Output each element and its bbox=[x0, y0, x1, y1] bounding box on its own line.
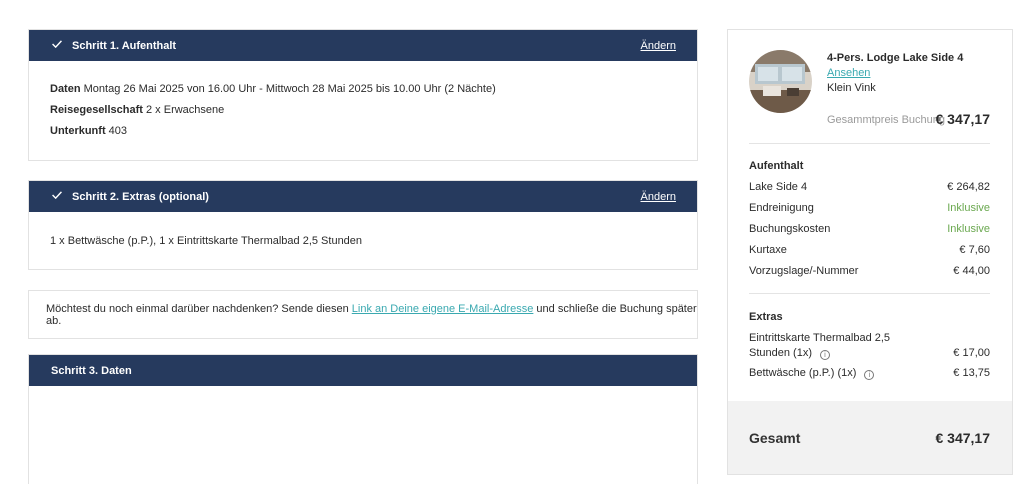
step-3-title: Schritt 3. Daten bbox=[51, 364, 132, 377]
extras-section-title: Extras bbox=[749, 311, 783, 323]
booking-summary-card: 4-Pers. Lodge Lake Side 4 Ansehen Klein … bbox=[727, 29, 1013, 475]
notice-text: Möchtest du noch einmal darüber nachdenk… bbox=[46, 303, 697, 327]
step-2-title: Schritt 2. Extras (optional) bbox=[72, 190, 209, 203]
line-value: Inklusive bbox=[947, 202, 990, 214]
step-1-title: Schritt 1. Aufenthalt bbox=[72, 39, 177, 52]
lodge-thumbnail bbox=[749, 50, 812, 113]
checkmark-icon bbox=[52, 191, 62, 199]
property-name: 4-Pers. Lodge Lake Side 4 bbox=[827, 52, 964, 64]
party-row: Reisegesellschaft 2 x Erwachsene bbox=[50, 100, 697, 121]
line-value: € 44,00 bbox=[953, 265, 990, 277]
divider bbox=[749, 143, 990, 144]
line-value: € 17,00 bbox=[953, 347, 990, 359]
grand-total-bar: Gesamt € 347,17 bbox=[728, 401, 1012, 474]
info-icon[interactable]: i bbox=[819, 350, 830, 360]
divider bbox=[749, 293, 990, 294]
line-value: € 7,60 bbox=[959, 244, 990, 256]
total-price-value: € 347,17 bbox=[935, 111, 991, 127]
stay-line: Buchungskosten Inklusive bbox=[749, 223, 990, 235]
dates-value: Montag 26 Mai 2025 von 16.00 Uhr - Mittw… bbox=[83, 83, 496, 95]
step-2-panel: Schritt 2. Extras (optional) Ändern 1 x … bbox=[28, 180, 698, 270]
dates-label: Daten bbox=[50, 83, 81, 95]
line-label: Vorzugslage/-Nummer bbox=[749, 265, 859, 277]
view-property-link[interactable]: Ansehen bbox=[827, 67, 870, 79]
extras-line: Bettwäsche (p.P.) (1x) i € 13,75 bbox=[749, 367, 990, 380]
stay-line: Kurtaxe € 7,60 bbox=[749, 244, 990, 256]
stay-line: Endreinigung Inklusive bbox=[749, 202, 990, 214]
line-label-part: Stunden (1x) bbox=[749, 347, 812, 359]
line-value: € 13,75 bbox=[953, 367, 990, 379]
step-2-body: 1 x Bettwäsche (p.P.), 1 x Eintrittskart… bbox=[29, 212, 697, 252]
stay-section-title: Aufenthalt bbox=[749, 160, 804, 172]
step-1-body: Daten Montag 26 Mai 2025 von 16.00 Uhr -… bbox=[29, 61, 697, 142]
stay-line: Vorzugslage/-Nummer € 44,00 bbox=[749, 265, 990, 277]
line-label: Eintrittskarte Thermalbad 2,5 Stunden (1x… bbox=[749, 331, 890, 361]
line-label: Kurtaxe bbox=[749, 244, 787, 256]
notice-text-before: Möchtest du noch einmal darüber nachdenk… bbox=[46, 302, 352, 315]
email-link[interactable]: Link an Deine eigene E-Mail-Adresse bbox=[352, 303, 534, 315]
line-label: Bettwäsche (p.P.) (1x) i bbox=[749, 367, 875, 380]
grand-total-label: Gesamt bbox=[749, 429, 801, 446]
extras-line: Eintrittskarte Thermalbad 2,5 Stunden (1x… bbox=[749, 331, 990, 361]
line-value: € 264,82 bbox=[947, 181, 990, 193]
line-value: Inklusive bbox=[947, 223, 990, 235]
step-2-header: Schritt 2. Extras (optional) Ändern bbox=[29, 181, 697, 212]
step-1-edit-link[interactable]: Ändern bbox=[641, 40, 676, 52]
step-3-header: Schritt 3. Daten bbox=[29, 355, 697, 386]
total-price-label: Gesammtpreis Buchung bbox=[827, 114, 945, 126]
step-1-header: Schritt 1. Aufenthalt Ändern bbox=[29, 30, 697, 61]
lodging-row: Unterkunft 403 bbox=[50, 121, 697, 142]
party-value: 2 x Erwachsene bbox=[146, 104, 225, 116]
step-3-panel: Schritt 3. Daten bbox=[28, 354, 698, 484]
step-2-edit-link[interactable]: Ändern bbox=[641, 191, 676, 203]
stay-line: Lake Side 4 € 264,82 bbox=[749, 181, 990, 193]
step-1-panel: Schritt 1. Aufenthalt Ändern Daten Monta… bbox=[28, 29, 698, 161]
party-label: Reisegesellschaft bbox=[50, 104, 143, 116]
save-for-later-notice: Möchtest du noch einmal darüber nachdenk… bbox=[28, 290, 698, 339]
line-label: Lake Side 4 bbox=[749, 181, 808, 193]
checkmark-icon bbox=[52, 40, 62, 48]
extras-summary-text: 1 x Bettwäsche (p.P.), 1 x Eintrittskart… bbox=[50, 235, 363, 247]
grand-total-value: € 347,17 bbox=[935, 429, 991, 446]
line-label: Endreinigung bbox=[749, 202, 814, 214]
dates-row: Daten Montag 26 Mai 2025 von 16.00 Uhr -… bbox=[50, 79, 697, 100]
line-label: Buchungskosten bbox=[749, 223, 831, 235]
info-icon[interactable]: i bbox=[864, 370, 875, 380]
lodging-value: 403 bbox=[108, 125, 128, 137]
line-label-part: Eintrittskarte Thermalbad 2,5 bbox=[749, 332, 891, 344]
property-location: Klein Vink bbox=[827, 82, 876, 94]
lodging-label: Unterkunft bbox=[50, 125, 106, 137]
line-label-part: Bettwäsche (p.P.) (1x) bbox=[749, 367, 857, 379]
